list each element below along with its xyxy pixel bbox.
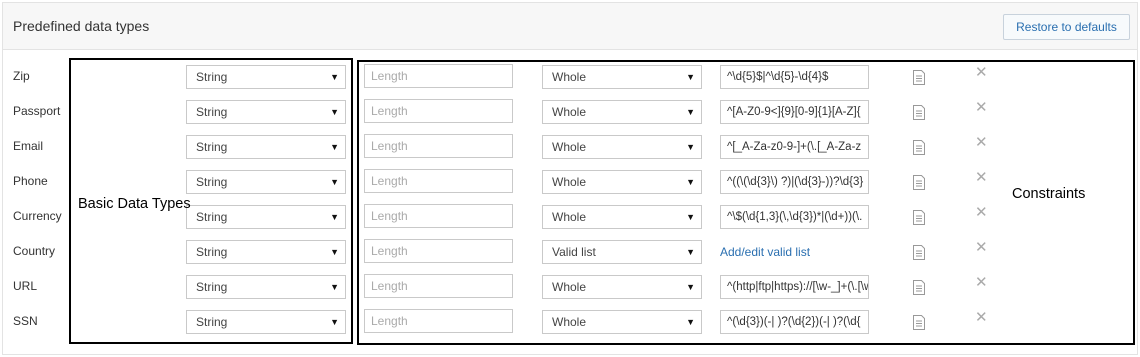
data-type-name: Phone [13, 174, 48, 188]
data-type-name: URL [13, 279, 38, 293]
data-type-name: Currency [13, 209, 62, 223]
constraints-annotation-box [357, 60, 1135, 345]
data-type-name: SSN [13, 314, 38, 328]
constraints-annotation-label: Constraints [1012, 186, 1086, 202]
panel-title: Predefined data types [13, 18, 150, 34]
basic-data-types-annotation-label: Basic Data Types [78, 196, 191, 212]
data-type-name: Country [13, 244, 56, 258]
data-type-name: Zip [13, 69, 30, 83]
restore-defaults-button[interactable]: Restore to defaults [1003, 14, 1130, 40]
data-type-name: Email [13, 139, 44, 153]
data-type-name: Passport [13, 104, 61, 118]
panel-header: Predefined data types Restore to default… [3, 3, 1137, 50]
